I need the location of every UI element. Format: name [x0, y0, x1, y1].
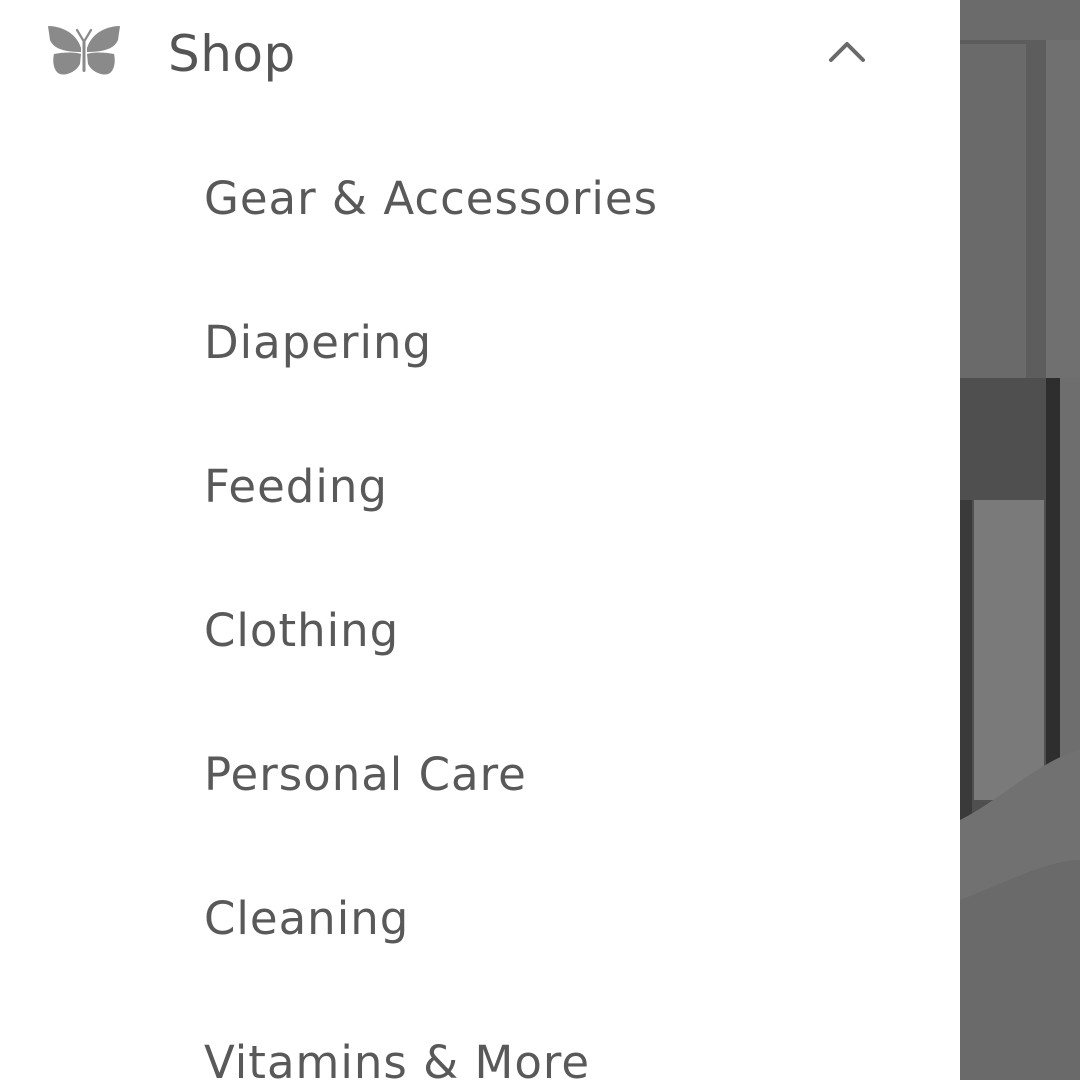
- navigation-drawer: Shop Gear & Accessories Diapering Feedin…: [0, 0, 960, 1080]
- butterfly-icon: [46, 24, 122, 76]
- menu-item-clothing[interactable]: Clothing: [204, 596, 399, 666]
- menu-item-diapering[interactable]: Diapering: [204, 308, 432, 378]
- menu-item-feeding[interactable]: Feeding: [204, 452, 388, 522]
- menu-item-gear-accessories[interactable]: Gear & Accessories: [204, 164, 658, 234]
- section-title: Shop: [168, 25, 296, 83]
- dimmed-page-overlay[interactable]: [960, 0, 1080, 1080]
- menu-item-cleaning[interactable]: Cleaning: [204, 884, 409, 954]
- app-screen: Shop Gear & Accessories Diapering Feedin…: [0, 0, 1080, 1080]
- menu-item-vitamins-more[interactable]: Vitamins & More: [204, 1028, 590, 1080]
- shop-section-header[interactable]: Shop: [0, 0, 960, 110]
- menu-item-personal-care[interactable]: Personal Care: [204, 740, 527, 810]
- chevron-up-icon[interactable]: [822, 30, 872, 74]
